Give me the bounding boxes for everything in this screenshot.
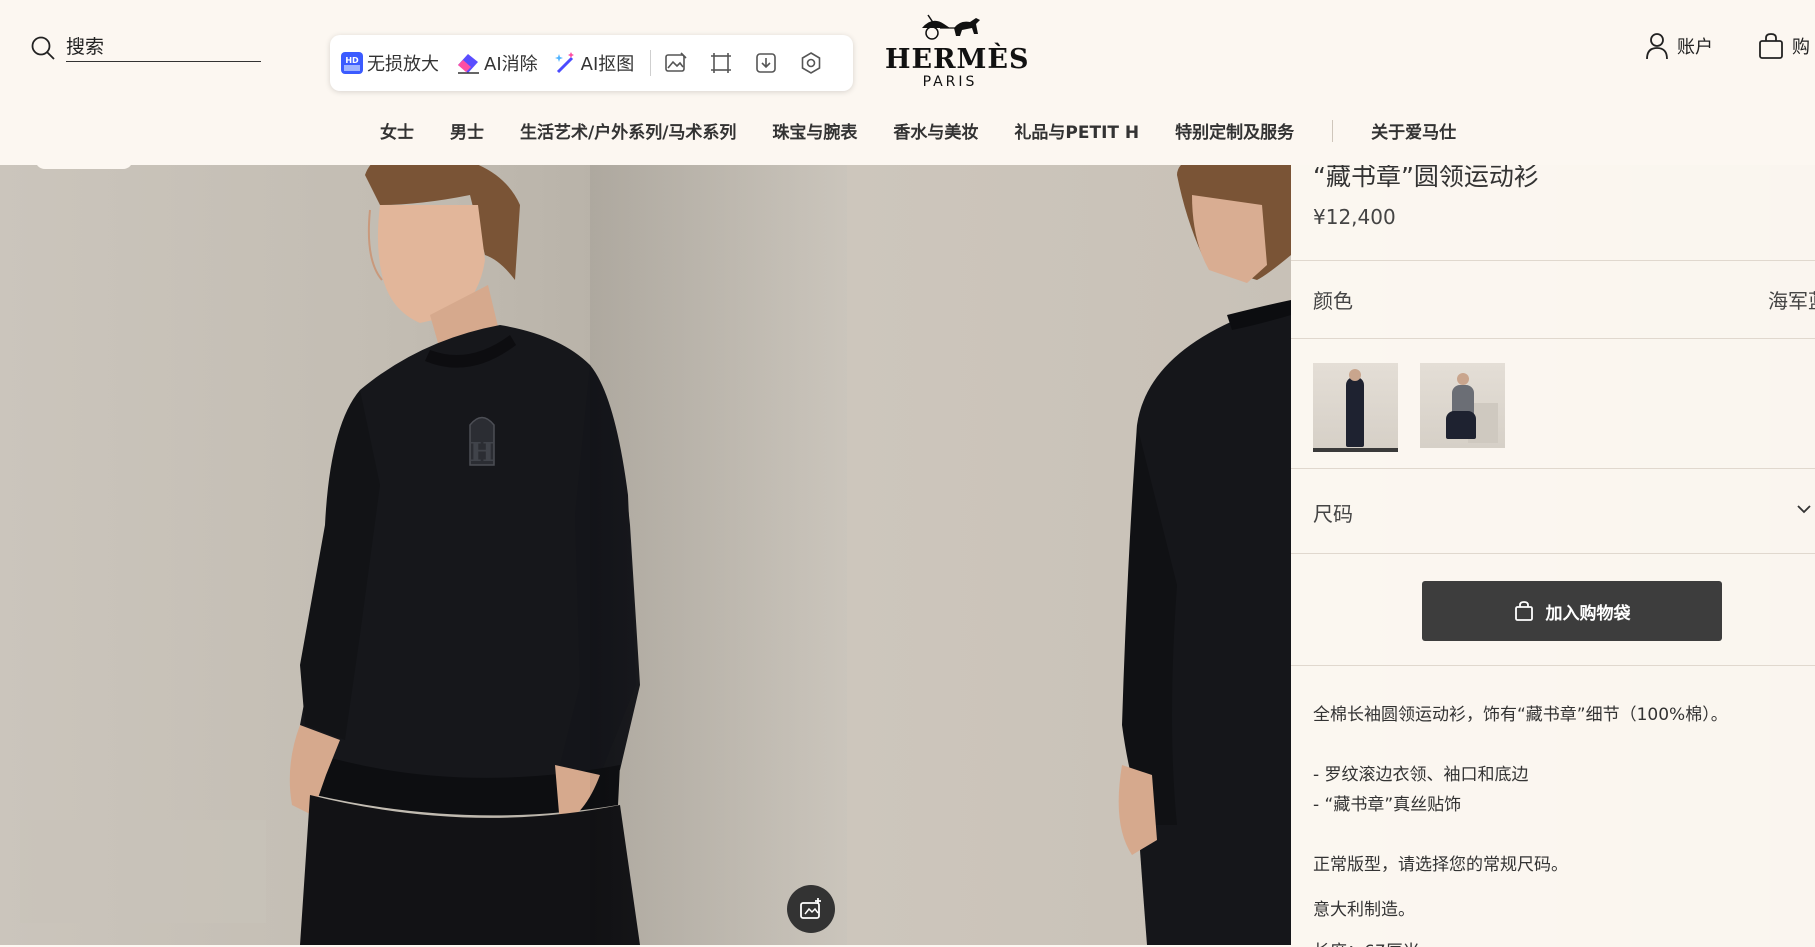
swatch-selected-indicator (1313, 448, 1398, 452)
description-length: 长度：67厘米 (1313, 937, 1420, 947)
svg-text:HD: HD (345, 56, 359, 65)
nav-item-home-outdoor-equestrian[interactable]: 生活艺术/户外系列/马术系列 (520, 118, 736, 143)
add-to-bag-button[interactable]: 加入购物袋 (1422, 581, 1722, 641)
nav-item-jewelry-watches[interactable]: 珠宝与腕表 (772, 118, 857, 143)
image-edit-icon[interactable] (663, 50, 688, 76)
divider (1291, 468, 1815, 469)
nav-item-about-hermes[interactable]: 关于爱马仕 (1371, 118, 1456, 143)
divider (1291, 665, 1815, 666)
hd-icon: HD (341, 52, 363, 74)
divider (1291, 260, 1815, 261)
image-tab-pill (35, 155, 133, 169)
image-search-button[interactable] (787, 885, 835, 933)
product-image-side[interactable] (847, 165, 1291, 945)
ai-erase-button[interactable]: AI消除 (455, 50, 538, 76)
cart-link[interactable]: 购 (1758, 32, 1810, 60)
description-origin: 意大利制造。 (1313, 900, 1415, 920)
lossless-upscale-label: 无损放大 (367, 54, 439, 75)
magic-wand-icon (554, 52, 574, 74)
product-image-main[interactable]: H (0, 165, 847, 945)
description-fit: 正常版型，请选择您的常规尺码。 (1313, 855, 1568, 875)
search-box[interactable]: 搜索 (30, 34, 261, 62)
lossless-upscale-button[interactable]: HD 无损放大 (340, 50, 439, 76)
size-label[interactable]: 尺码 (1313, 498, 1353, 527)
bookplate-emblem: H (469, 416, 495, 468)
divider (1291, 338, 1815, 339)
thumbnail-placeholder (20, 820, 266, 923)
main-nav: 女士 男士 生活艺术/户外系列/马术系列 珠宝与腕表 香水与美妆 礼品与PETI… (380, 118, 1492, 143)
nav-item-fragrance-beauty[interactable]: 香水与美妆 (893, 118, 978, 143)
settings-icon[interactable] (798, 50, 823, 76)
add-to-bag-label: 加入购物袋 (1545, 603, 1631, 624)
account-label: 账户 (1677, 37, 1713, 58)
color-value: 海军蓝 (1768, 289, 1815, 313)
product-details-panel: “藏书章”圆领运动衫 ¥12,400 颜色 海军蓝 尺码 加入购物袋 全棉长袖圆… (1291, 165, 1815, 947)
color-label: 颜色 (1313, 289, 1353, 313)
camera-add-icon (800, 898, 821, 919)
description-bullet: - “藏书章”真丝贴饰 (1313, 795, 1462, 815)
description-bullet: - 罗纹滚边衣领、袖口和底边 (1313, 765, 1529, 785)
carriage-icon (922, 14, 980, 40)
ai-image-toolbar: HD 无损放大 AI消除 AI抠图 (330, 35, 853, 91)
product-title: “藏书章”圆领运动衫 (1313, 165, 1539, 191)
ai-cutout-label: AI抠图 (580, 54, 635, 75)
logo-city-text: PARIS (922, 74, 978, 90)
color-swatch-gray[interactable] (1420, 363, 1505, 448)
description-intro: 全棉长袖圆领运动衫，饰有“藏书章”细节（100%棉）。 (1313, 705, 1728, 725)
product-price: ¥12,400 (1313, 205, 1396, 229)
shopping-bag-icon (1514, 601, 1533, 621)
svg-text:H: H (470, 438, 495, 468)
cart-label: 购 (1792, 37, 1810, 58)
divider (1291, 553, 1815, 554)
crop-icon[interactable] (708, 50, 733, 76)
model-side-illustration (1118, 165, 1291, 945)
eraser-icon (458, 54, 479, 74)
search-icon (31, 36, 55, 60)
ai-erase-label: AI消除 (484, 54, 538, 75)
nav-item-women[interactable]: 女士 (380, 118, 414, 143)
toolbar-divider (650, 50, 652, 76)
nav-divider (1332, 119, 1334, 142)
chevron-down-icon[interactable] (1796, 503, 1812, 515)
ai-cutout-button[interactable]: AI抠图 (554, 50, 635, 76)
nav-item-men[interactable]: 男士 (450, 118, 484, 143)
download-icon[interactable] (753, 50, 778, 76)
nav-item-special-services[interactable]: 特别定制及服务 (1175, 118, 1294, 143)
color-swatch-navy[interactable] (1313, 363, 1398, 448)
nav-item-gifts-petit-h[interactable]: 礼品与PETIT H (1014, 118, 1139, 143)
site-header: 搜索 HD 无损放大 AI消除 AI抠图 HERMÈS PARIS 账户 购 女… (0, 0, 1815, 165)
hermes-logo[interactable]: HERMÈS PARIS (885, 10, 1030, 90)
account-link[interactable]: 账户 (1645, 32, 1713, 60)
logo-brand-text: HERMÈS (885, 44, 1030, 75)
search-input[interactable]: 搜索 (66, 34, 261, 62)
user-icon (1646, 33, 1668, 60)
shopping-bag-icon (1759, 33, 1783, 59)
